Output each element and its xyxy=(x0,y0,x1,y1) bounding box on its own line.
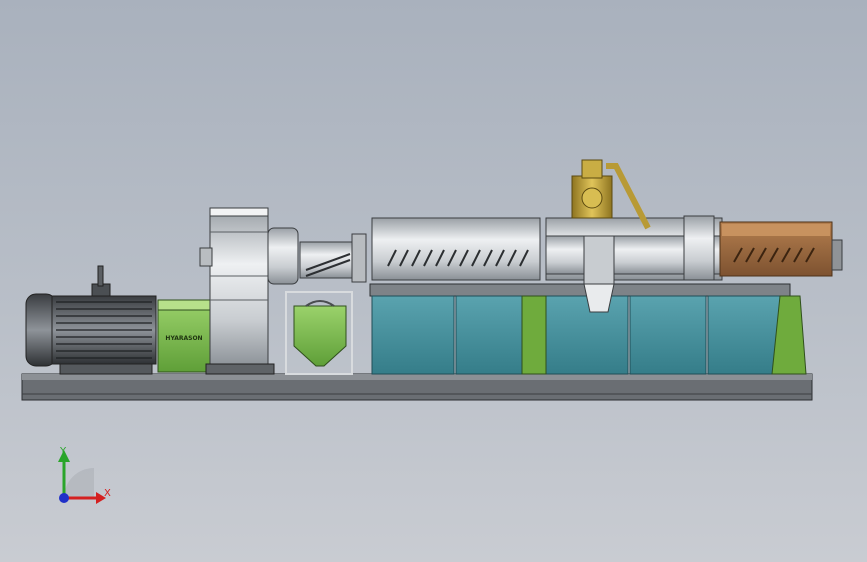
feed-inlet xyxy=(299,233,367,283)
extruder-barrel xyxy=(371,215,723,281)
hopper xyxy=(285,291,353,375)
extruder-assembly-drawing: HYARASON Y X xyxy=(21,159,843,504)
electric-motor xyxy=(25,265,157,375)
base-frame xyxy=(21,373,813,401)
y-axis-label: Y xyxy=(59,446,67,457)
x-axis-label: X xyxy=(104,488,111,499)
die-heater-box xyxy=(719,221,843,277)
coordinate-triad: Y X xyxy=(58,446,111,504)
gearbox xyxy=(199,207,299,375)
z-axis-dot xyxy=(59,493,69,503)
coupling-guard: HYARASON xyxy=(157,299,211,373)
cad-viewport[interactable]: HYARASON Y X xyxy=(0,0,867,562)
motor-brand-label: HYARASON xyxy=(165,335,202,342)
